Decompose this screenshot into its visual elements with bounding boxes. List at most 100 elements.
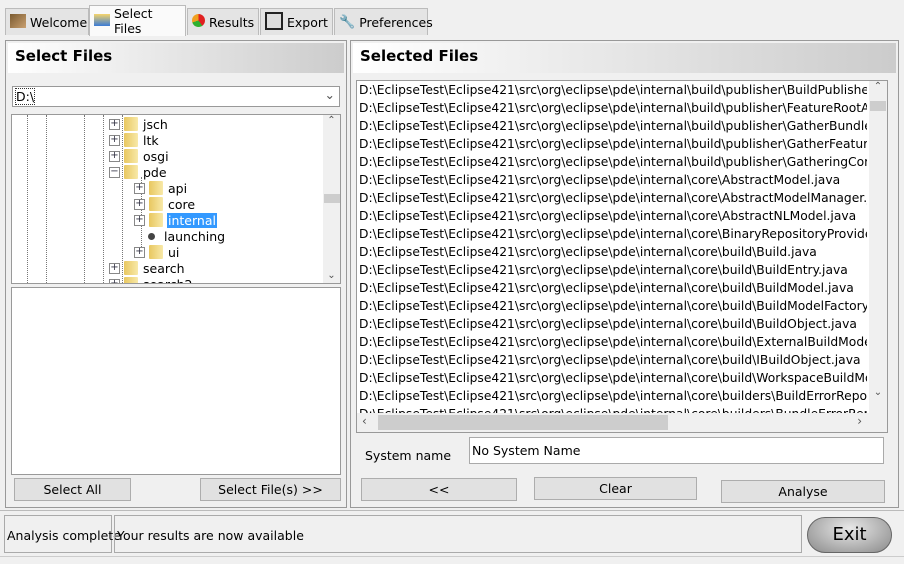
file-list-item[interactable]: D:\EclipseTest\Eclipse421\src\org\eclips… bbox=[359, 369, 867, 387]
drive-value: D:\ bbox=[14, 88, 36, 105]
file-list-item[interactable]: D:\EclipseTest\Eclipse421\src\org\eclips… bbox=[359, 351, 867, 369]
list-vertical-scrollbar[interactable]: ⌃ ⌄ bbox=[869, 81, 887, 413]
expand-icon[interactable]: + bbox=[109, 118, 120, 130]
status-message: Your results are now available bbox=[114, 515, 802, 553]
tree-node-label: pde bbox=[143, 164, 167, 180]
tab-label: Select Files bbox=[114, 6, 153, 36]
folder-icon bbox=[124, 277, 138, 283]
tree-node[interactable]: launching bbox=[134, 228, 226, 244]
tree-node-label: jsch bbox=[143, 116, 168, 132]
list-horizontal-scrollbar[interactable]: ‹ › bbox=[357, 413, 887, 432]
file-list-item[interactable]: D:\EclipseTest\Eclipse421\src\org\eclips… bbox=[359, 243, 867, 261]
file-list-item[interactable]: D:\EclipseTest\Eclipse421\src\org\eclips… bbox=[359, 153, 867, 171]
scroll-up-icon[interactable]: ⌃ bbox=[869, 81, 887, 92]
file-list-item[interactable]: D:\EclipseTest\Eclipse421\src\org\eclips… bbox=[359, 279, 867, 297]
file-list-item[interactable]: D:\EclipseTest\Eclipse421\src\org\eclips… bbox=[359, 387, 867, 405]
scroll-up-icon[interactable]: ⌃ bbox=[323, 115, 340, 126]
floppy-disk-icon bbox=[265, 11, 283, 33]
scroll-down-icon[interactable]: ⌄ bbox=[869, 387, 887, 398]
tab-label: Preferences bbox=[359, 14, 433, 30]
expand-icon[interactable]: + bbox=[109, 150, 120, 162]
folder-icon bbox=[124, 117, 138, 131]
clear-button[interactable]: Clear bbox=[534, 477, 697, 500]
tree-node-label: core bbox=[168, 196, 196, 212]
expand-icon[interactable]: + bbox=[134, 214, 145, 226]
tree-node[interactable]: + internal bbox=[134, 212, 217, 228]
scroll-left-icon[interactable]: ‹ bbox=[362, 414, 367, 428]
tree-node-label: launching bbox=[164, 228, 226, 244]
tab-label: Welcome bbox=[30, 14, 88, 30]
tab-select-files[interactable]: Select Files bbox=[89, 5, 186, 36]
expand-icon[interactable]: + bbox=[109, 262, 120, 274]
panel-title: Select Files bbox=[8, 43, 344, 73]
tree-node-label: search2 bbox=[143, 276, 193, 284]
chevron-down-icon: ⌄ bbox=[324, 87, 335, 102]
selected-files-list[interactable]: D:\EclipseTest\Eclipse421\src\org\eclips… bbox=[356, 80, 888, 433]
select-all-button[interactable]: Select All bbox=[14, 478, 131, 501]
file-list-item[interactable]: D:\EclipseTest\Eclipse421\src\org\eclips… bbox=[359, 333, 867, 351]
file-list-item[interactable]: D:\EclipseTest\Eclipse421\src\org\eclips… bbox=[359, 99, 867, 117]
tree-node-label: ltk bbox=[143, 132, 159, 148]
tab-results[interactable]: Results bbox=[187, 8, 259, 35]
tree-node[interactable]: − pde bbox=[109, 164, 168, 180]
file-list-item[interactable]: D:\EclipseTest\Eclipse421\src\org\eclips… bbox=[359, 117, 867, 135]
expand-icon[interactable]: + bbox=[134, 246, 145, 258]
wrench-icon: 🔧 bbox=[339, 15, 356, 30]
folder-icon bbox=[124, 165, 138, 179]
remove-button[interactable]: << bbox=[361, 478, 517, 501]
scroll-right-icon[interactable]: › bbox=[857, 414, 862, 428]
file-list-item[interactable]: D:\EclipseTest\Eclipse421\src\org\eclips… bbox=[359, 225, 867, 243]
scroll-thumb[interactable] bbox=[378, 415, 668, 430]
scroll-thumb[interactable] bbox=[870, 101, 886, 111]
collapse-icon[interactable]: − bbox=[109, 166, 120, 178]
scroll-thumb[interactable] bbox=[324, 194, 340, 203]
leaf-dot-icon bbox=[148, 232, 155, 240]
folder-open-icon bbox=[94, 13, 110, 29]
file-list-item[interactable]: D:\EclipseTest\Eclipse421\src\org\eclips… bbox=[359, 207, 867, 225]
select-files-button[interactable]: Select File(s) >> bbox=[200, 478, 341, 501]
file-list-item[interactable]: D:\EclipseTest\Eclipse421\src\org\eclips… bbox=[359, 81, 867, 99]
pie-chart-icon bbox=[192, 14, 205, 30]
exit-button[interactable]: Exit bbox=[807, 517, 892, 553]
tab-welcome[interactable]: Welcome bbox=[5, 8, 89, 35]
file-list-item[interactable]: D:\EclipseTest\Eclipse421\src\org\eclips… bbox=[359, 189, 867, 207]
tree-node[interactable]: + api bbox=[134, 180, 188, 196]
tab-label: Export bbox=[287, 14, 328, 30]
file-list-item[interactable]: D:\EclipseTest\Eclipse421\src\org\eclips… bbox=[359, 405, 867, 413]
eagle-icon bbox=[10, 13, 26, 31]
folder-tree[interactable]: + jsch + ltk + osgi − pde + api + core + internal laun… bbox=[11, 114, 341, 284]
expand-icon[interactable]: + bbox=[109, 134, 120, 146]
tree-node[interactable]: + jsch bbox=[109, 116, 169, 132]
tab-label: Results bbox=[209, 14, 255, 30]
file-list-item[interactable]: D:\EclipseTest\Eclipse421\src\org\eclips… bbox=[359, 135, 867, 153]
tree-node[interactable]: + ltk bbox=[109, 132, 160, 148]
system-name-input[interactable]: No System Name bbox=[469, 437, 884, 464]
file-list-item[interactable]: D:\EclipseTest\Eclipse421\src\org\eclips… bbox=[359, 171, 867, 189]
file-preview-list[interactable] bbox=[11, 287, 341, 475]
tree-node[interactable]: + osgi bbox=[109, 148, 170, 164]
folder-icon bbox=[149, 213, 163, 227]
tree-node[interactable]: + ui bbox=[134, 244, 180, 260]
tab-export[interactable]: Export bbox=[260, 8, 333, 35]
tree-vertical-scrollbar[interactable]: ⌃ ⌄ bbox=[323, 115, 340, 283]
tree-node[interactable]: + core bbox=[134, 196, 196, 212]
tab-preferences[interactable]: 🔧 Preferences bbox=[334, 8, 433, 35]
file-list-item[interactable]: D:\EclipseTest\Eclipse421\src\org\eclips… bbox=[359, 297, 867, 315]
selected-files-panel: Selected Files D:\EclipseTest\Eclipse421… bbox=[350, 40, 899, 508]
status-bar: Analysis complete Your results are now a… bbox=[0, 510, 904, 554]
drive-combo[interactable]: D:\ ⌄ bbox=[12, 86, 340, 107]
tree-node[interactable]: + search2 bbox=[109, 276, 193, 284]
expand-icon[interactable]: + bbox=[134, 182, 145, 194]
panel-title: Selected Files bbox=[353, 43, 896, 73]
scroll-down-icon[interactable]: ⌄ bbox=[323, 270, 340, 281]
file-list-item[interactable]: D:\EclipseTest\Eclipse421\src\org\eclips… bbox=[359, 261, 867, 279]
file-list-item[interactable]: D:\EclipseTest\Eclipse421\src\org\eclips… bbox=[359, 315, 867, 333]
analyse-button[interactable]: Analyse bbox=[721, 480, 885, 503]
tree-node[interactable]: + search bbox=[109, 260, 186, 276]
tree-node-label: ui bbox=[168, 244, 180, 260]
tree-node-label: internal bbox=[167, 212, 217, 228]
expand-icon[interactable]: + bbox=[109, 278, 120, 283]
expand-icon[interactable]: + bbox=[134, 198, 145, 210]
folder-icon bbox=[149, 245, 163, 259]
folder-icon bbox=[124, 133, 138, 147]
